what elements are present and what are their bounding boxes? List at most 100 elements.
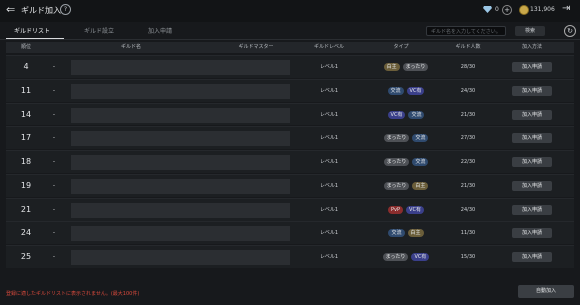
table-row[interactable]: 24 - レベル1 交流 白主 11/30 加入申請 — [6, 221, 574, 245]
type-tag: VC有 — [411, 253, 430, 262]
type-tag: まったり — [383, 158, 410, 167]
header-members: ギルド人数 — [455, 44, 481, 50]
member-count: 15/30 — [460, 254, 476, 261]
refresh-icon[interactable]: ↻ — [564, 25, 576, 37]
member-count: 21/30 — [460, 182, 476, 189]
header-type: タイプ — [393, 44, 409, 50]
guild-mark: - — [52, 158, 56, 166]
guild-level: レベル1 — [319, 254, 339, 261]
apply-button[interactable]: 加入申請 — [512, 180, 552, 191]
table-row[interactable]: 17 - レベル1 まったり 交流 27/30 加入申請 — [6, 126, 574, 150]
apply-button[interactable]: 加入申請 — [512, 62, 552, 72]
table-row[interactable]: 18 - レベル1 まったり 交流 22/30 加入申請 — [6, 150, 574, 174]
type-tag: VC有 — [406, 86, 425, 95]
diamond-icon — [483, 6, 492, 13]
guild-mark: - — [52, 63, 56, 70]
guild-mark: - — [52, 229, 56, 237]
apply-button[interactable]: 加入申請 — [512, 133, 552, 144]
guild-level: レベル1 — [319, 159, 339, 166]
rank-value: 24 — [20, 228, 32, 238]
tab-guild-create[interactable]: ギルド設立 — [84, 25, 114, 38]
rank-value: 25 — [20, 252, 32, 262]
header-join-method: 加入方法 — [521, 44, 542, 50]
type-tag: 白主 — [407, 229, 424, 238]
guild-mark: - — [52, 205, 56, 213]
apply-button[interactable]: 加入申請 — [512, 252, 552, 263]
guild-level: レベル1 — [319, 87, 339, 94]
type-tag: 白主 — [383, 63, 400, 71]
apply-button[interactable]: 加入申請 — [512, 85, 552, 96]
guild-type-tags: まったり 交流 — [366, 127, 446, 149]
type-tag: まったり — [383, 134, 410, 143]
guild-name-master-field — [71, 131, 290, 147]
apply-button[interactable]: 加入申請 — [512, 204, 552, 215]
table-row[interactable]: 19 - レベル1 まったり 白主 21/30 加入申請 — [6, 173, 574, 197]
guild-type-tags: VC有 交流 — [366, 104, 446, 126]
rank-value: 11 — [20, 85, 32, 95]
guild-name-master-field — [71, 226, 290, 242]
guild-mark: - — [52, 181, 56, 189]
gold-coin-icon — [519, 5, 529, 15]
auto-join-button[interactable]: 自動加入 — [518, 285, 574, 298]
table-row[interactable]: 4 - レベル1 白主 まったり 28/30 加入申請 — [6, 55, 574, 78]
tab-join-request[interactable]: 加入申請 — [148, 25, 172, 38]
guild-name-master-field — [71, 60, 290, 75]
rank-value: 21 — [20, 204, 32, 214]
guild-level: レベル1 — [319, 111, 339, 118]
tab-divider — [0, 39, 580, 40]
header-guild-name: ギルド名 — [120, 44, 141, 50]
type-tag: まったり — [382, 253, 409, 262]
guild-name-master-field — [71, 202, 290, 218]
guild-name-master-field — [71, 178, 290, 194]
member-count: 24/30 — [460, 206, 476, 213]
apply-button[interactable]: 加入申請 — [512, 109, 552, 120]
member-count: 21/30 — [460, 111, 476, 118]
guild-type-tags: 白主 まったり — [366, 56, 446, 78]
member-count: 28/30 — [460, 64, 476, 70]
guild-level: レベル1 — [319, 135, 339, 142]
guild-type-tags: まったり 交流 — [366, 151, 446, 173]
guild-name-master-field — [71, 155, 290, 171]
table-row[interactable]: 14 - レベル1 VC有 交流 21/30 加入申請 — [6, 102, 574, 126]
type-tag: 交流 — [387, 86, 404, 95]
type-tag: PvP — [388, 205, 404, 214]
guild-mark: - — [52, 110, 56, 118]
table-row[interactable]: 11 - レベル1 交流 VC有 24/30 加入申請 — [6, 78, 574, 102]
rank-value: 17 — [20, 133, 32, 143]
table-row[interactable]: 21 - レベル1 PvP VC有 24/30 加入申請 — [6, 197, 574, 221]
type-tag: まったり — [383, 181, 410, 190]
member-count: 11/30 — [460, 230, 476, 237]
guild-list: 4 - レベル1 白主 まったり 28/30 加入申請 11 - レベル1 交流 V… — [6, 55, 574, 269]
guild-type-tags: 交流 VC有 — [366, 80, 446, 102]
rank-value: 19 — [20, 180, 32, 190]
guild-name-master-field — [71, 83, 290, 99]
member-count: 24/30 — [460, 87, 476, 94]
tab-guild-list[interactable]: ギルドリスト — [14, 25, 50, 38]
diamond-count: 0 — [495, 6, 499, 13]
guild-type-tags: まったり 白主 — [366, 175, 446, 197]
header-guild-level: ギルドレベル — [313, 44, 344, 50]
guild-level: レベル1 — [319, 206, 339, 213]
rank-value: 4 — [23, 62, 29, 71]
type-tag: VC有 — [406, 205, 424, 214]
type-tag: 交流 — [412, 134, 429, 143]
member-count: 27/30 — [460, 135, 476, 142]
page-title: ギルド加入 — [21, 6, 61, 15]
apply-button[interactable]: 加入申請 — [512, 228, 552, 239]
gold-count: 131,906 — [530, 6, 555, 13]
exit-icon[interactable]: ⇥ — [562, 3, 574, 15]
type-tag: まったり — [402, 63, 429, 71]
guild-level: レベル1 — [319, 182, 339, 189]
header-rank: 順位 — [20, 44, 31, 50]
table-header: 順位 ギルド名 ギルドマスター ギルドレベル タイプ ギルド人数 加入方法 — [6, 42, 574, 53]
table-row[interactable]: 25 - レベル1 まったり VC有 15/30 加入申請 — [6, 245, 574, 269]
back-arrow-icon[interactable]: ⇐ — [6, 4, 18, 16]
guild-name-master-field — [71, 107, 290, 123]
apply-button[interactable]: 加入申請 — [512, 157, 552, 168]
help-icon[interactable]: ? — [60, 4, 71, 15]
search-button[interactable]: 検索 — [515, 26, 545, 36]
type-tag: VC有 — [387, 110, 406, 119]
search-input[interactable]: ギルド名を入力してください。 — [426, 26, 506, 36]
guild-level: レベル1 — [319, 64, 339, 70]
add-currency-button[interactable]: + — [502, 5, 512, 15]
